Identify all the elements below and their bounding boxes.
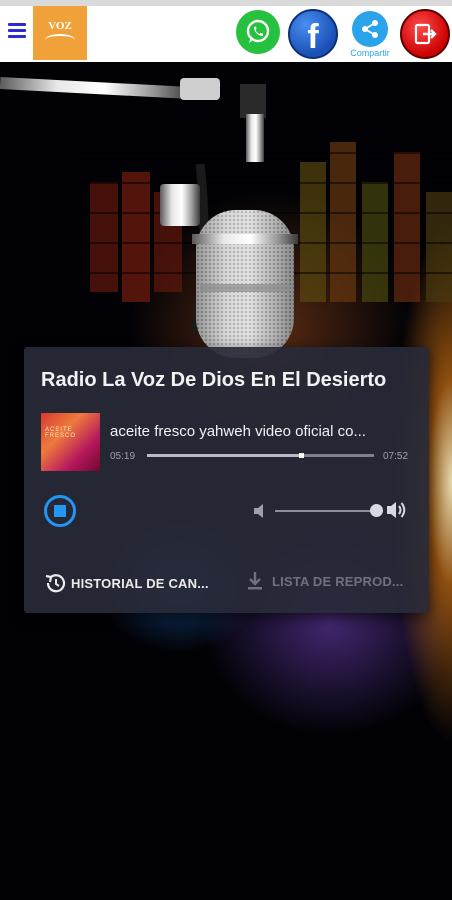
album-cover: ACEITE FRESCO bbox=[41, 413, 100, 471]
share-caption: Compartir bbox=[350, 47, 390, 58]
exit-button[interactable] bbox=[400, 9, 450, 59]
app-header: VOZ f Compartir bbox=[0, 6, 452, 62]
volume-high-icon[interactable] bbox=[386, 500, 408, 520]
stop-button[interactable] bbox=[44, 495, 76, 527]
player-card: Radio La Voz De Dios En El Desierto ACEI… bbox=[24, 347, 429, 613]
volume-low-icon[interactable] bbox=[253, 503, 267, 519]
volume-slider[interactable] bbox=[275, 510, 375, 512]
facebook-button[interactable]: f bbox=[288, 9, 338, 59]
volume-fill bbox=[275, 510, 370, 512]
menu-icon[interactable] bbox=[8, 23, 26, 39]
progress-knob[interactable] bbox=[299, 453, 305, 458]
history-icon bbox=[45, 574, 66, 593]
stop-icon bbox=[54, 505, 66, 517]
station-title: Radio La Voz De Dios En El Desierto bbox=[41, 369, 387, 391]
progress-bar[interactable] bbox=[147, 453, 374, 458]
station-logo: VOZ bbox=[33, 6, 87, 60]
volume-knob[interactable] bbox=[370, 504, 383, 517]
exit-icon bbox=[414, 23, 437, 45]
track-title: aceite fresco yahweh video oficial co... bbox=[110, 423, 366, 440]
progress-fill bbox=[147, 454, 302, 457]
playlist-button[interactable]: LISTA DE REPROD... bbox=[247, 571, 403, 591]
whatsapp-icon bbox=[246, 19, 270, 43]
history-button[interactable]: HISTORIAL DE CAN... bbox=[43, 571, 209, 595]
history-label: HISTORIAL DE CAN... bbox=[71, 575, 209, 591]
share-button[interactable]: Compartir bbox=[348, 8, 392, 60]
time-total: 07:52 bbox=[383, 451, 409, 462]
time-elapsed: 05:19 bbox=[110, 451, 136, 462]
logo-text: VOZ bbox=[48, 19, 72, 32]
share-icon bbox=[362, 19, 378, 38]
facebook-icon: f bbox=[307, 18, 319, 56]
download-icon bbox=[248, 572, 262, 590]
microphone-graphic bbox=[0, 77, 298, 358]
whatsapp-button[interactable] bbox=[236, 10, 280, 54]
playlist-label: LISTA DE REPROD... bbox=[272, 573, 404, 589]
cover-text: ACEITE FRESCO bbox=[45, 427, 77, 439]
